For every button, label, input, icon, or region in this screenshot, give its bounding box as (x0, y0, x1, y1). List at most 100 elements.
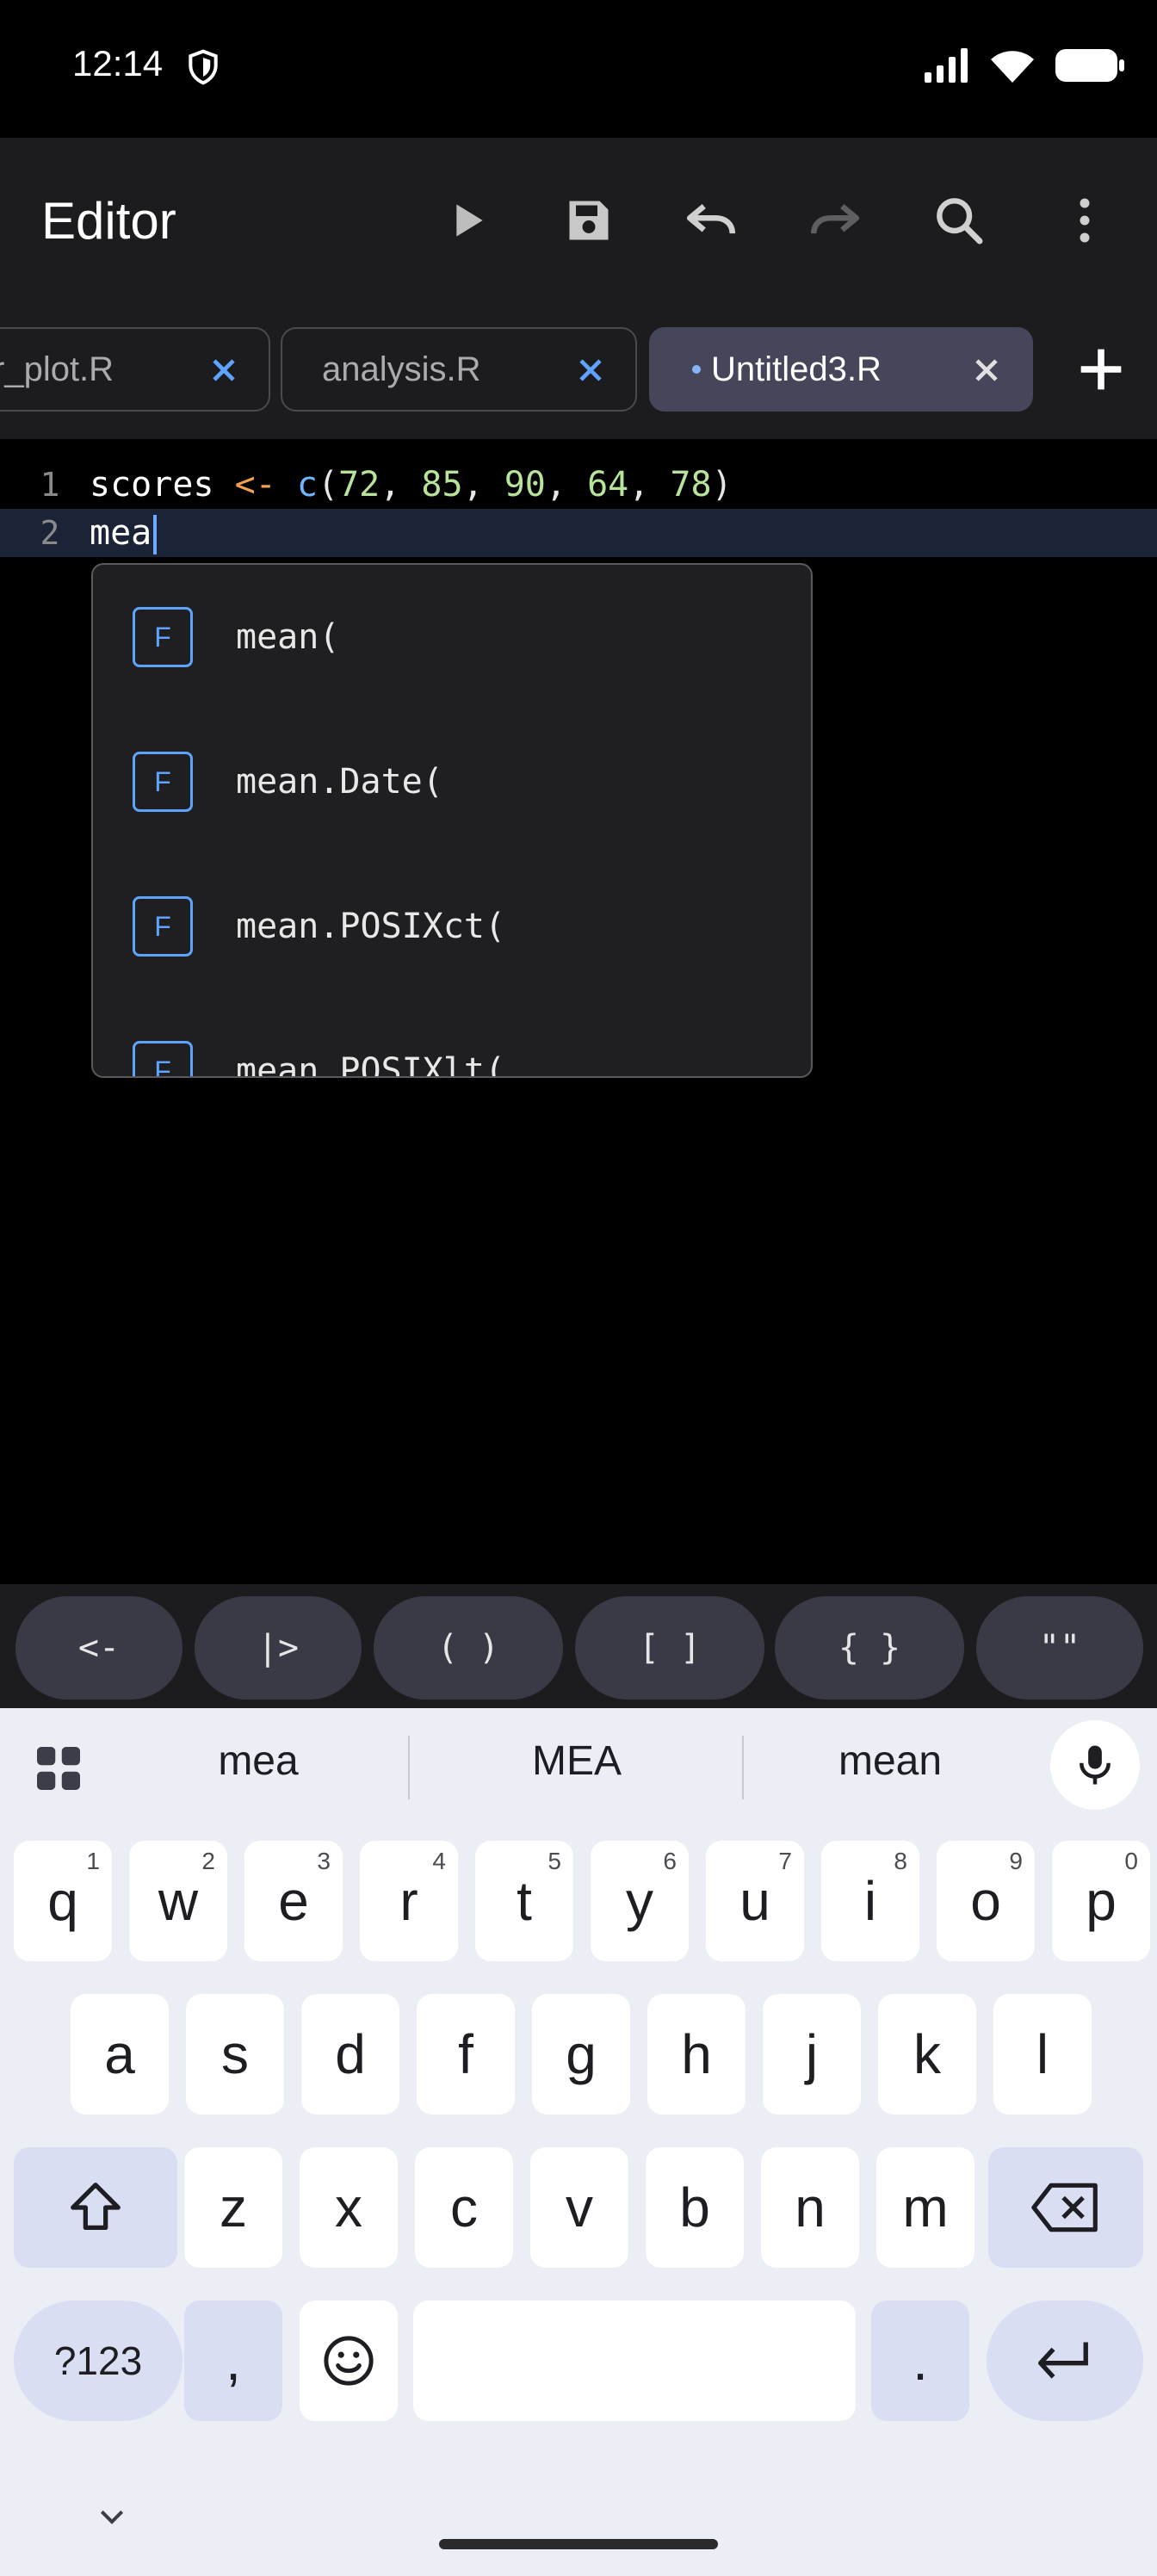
key-y[interactable]: y6 (591, 1841, 689, 1961)
key-g[interactable]: g (532, 1994, 630, 2115)
suggestion-strip: mea MEA mean (0, 1708, 1157, 1825)
key-h[interactable]: h (647, 1994, 746, 2115)
code-token: 64 (587, 465, 629, 505)
tab-file-untitled3[interactable]: Untitled3.R (649, 327, 1033, 412)
autocomplete-label: mean.POSIXlt( (236, 1051, 506, 1078)
code-token: , (462, 465, 504, 505)
key-n[interactable]: n (761, 2147, 859, 2268)
close-icon[interactable] (572, 351, 609, 389)
key-u[interactable]: u7 (706, 1841, 804, 1961)
key-label: h (681, 2023, 712, 2085)
chevron-down-icon[interactable] (95, 2500, 129, 2535)
key-label: w (158, 1870, 199, 1932)
key-b[interactable]: b (646, 2147, 744, 2268)
run-button[interactable] (429, 183, 504, 258)
emoji-key[interactable] (300, 2300, 398, 2421)
key-l[interactable]: l (993, 1994, 1092, 2115)
shortcut-brackets[interactable]: [ ] (575, 1596, 764, 1700)
code-token: ) (711, 465, 733, 505)
shortcut-braces[interactable]: { } (775, 1596, 964, 1700)
code-token: 85 (421, 465, 463, 505)
line-number: 2 (40, 514, 60, 552)
key-i[interactable]: i8 (821, 1841, 919, 1961)
suggestion-3[interactable]: mean (761, 1737, 1019, 1785)
undo-button[interactable] (673, 183, 749, 258)
tab-file-plot[interactable]: r_plot.R (0, 327, 270, 412)
code-token: 72 (338, 465, 381, 505)
close-icon[interactable] (205, 351, 243, 389)
key-hint: 4 (432, 1848, 446, 1874)
autocomplete-item[interactable]: F mean( (93, 565, 811, 709)
key-hint: 0 (1124, 1848, 1138, 1874)
period-key[interactable]: . (871, 2300, 969, 2421)
key-x[interactable]: x (300, 2147, 398, 2268)
key-w[interactable]: w2 (129, 1841, 227, 1961)
key-label: j (805, 2023, 819, 2085)
key-t[interactable]: t5 (475, 1841, 573, 1961)
home-indicator[interactable] (439, 2539, 718, 2549)
enter-key[interactable] (987, 2300, 1143, 2421)
suggestion-1[interactable]: mea (129, 1737, 387, 1785)
key-e[interactable]: e3 (244, 1841, 343, 1961)
key-label: i (863, 1870, 877, 1932)
shortcut-assign[interactable]: <- (15, 1596, 183, 1700)
key-p[interactable]: p0 (1052, 1841, 1150, 1961)
shortcut-quotes[interactable]: "" (976, 1596, 1143, 1700)
key-label: f (458, 2023, 473, 2085)
comma-key[interactable]: , (184, 2300, 282, 2421)
space-key[interactable] (413, 2300, 856, 2421)
more-options-button[interactable] (1047, 183, 1123, 258)
save-button[interactable] (551, 183, 627, 258)
autocomplete-item[interactable]: F mean.POSIXct( (93, 854, 811, 999)
key-d[interactable]: d (301, 1994, 399, 2115)
key-q[interactable]: q1 (14, 1841, 112, 1961)
undo-icon (686, 203, 736, 234)
key-c[interactable]: c (415, 2147, 513, 2268)
tab-file-analysis[interactable]: analysis.R (281, 327, 637, 412)
add-tab-icon[interactable] (1071, 339, 1131, 399)
symbols-key[interactable]: ?123 (14, 2300, 183, 2421)
more-vert-icon (1080, 198, 1090, 243)
shortcut-parens[interactable]: ( ) (374, 1596, 563, 1700)
suggestion-divider (742, 1736, 744, 1799)
emoji-icon (324, 2336, 374, 2386)
code-token: scores (90, 465, 235, 505)
key-m[interactable]: m (876, 2147, 974, 2268)
key-z[interactable]: z (184, 2147, 282, 2268)
line-number: 1 (40, 466, 60, 504)
key-a[interactable]: a (71, 1994, 169, 2115)
text-caret (153, 515, 158, 554)
key-label: a (104, 2023, 135, 2085)
autocomplete-item[interactable]: F mean.Date( (93, 709, 811, 854)
voice-input-button[interactable] (1050, 1720, 1140, 1810)
apps-grid-icon[interactable] (33, 1743, 84, 1794)
search-button[interactable] (921, 183, 997, 258)
key-label: u (739, 1870, 770, 1932)
key-label: x (335, 2177, 362, 2239)
shortcut-pipe[interactable]: |> (195, 1596, 362, 1700)
key-label: e (278, 1870, 309, 1932)
key-k[interactable]: k (878, 1994, 976, 2115)
key-label: z (220, 2177, 247, 2239)
redo-button[interactable] (797, 183, 873, 258)
app-bar: Editor (0, 138, 1157, 301)
code-token: <- (234, 465, 276, 505)
suggestion-2[interactable]: MEA (448, 1737, 706, 1785)
close-icon[interactable] (968, 351, 1005, 389)
key-label: n (795, 2177, 826, 2239)
key-label: q (47, 1870, 78, 1932)
key-hint: 7 (778, 1848, 792, 1874)
key-f[interactable]: f (417, 1994, 515, 2115)
key-s[interactable]: s (186, 1994, 284, 2115)
shift-key[interactable] (14, 2147, 177, 2268)
function-icon: F (133, 752, 193, 812)
code-token: , (380, 465, 422, 505)
key-r[interactable]: r4 (360, 1841, 458, 1961)
key-v[interactable]: v (530, 2147, 628, 2268)
autocomplete-item[interactable]: F mean.POSIXlt( (93, 999, 811, 1078)
shield-icon (189, 49, 218, 85)
key-hint: 9 (1009, 1848, 1023, 1874)
key-o[interactable]: o9 (937, 1841, 1035, 1961)
key-j[interactable]: j (763, 1994, 861, 2115)
backspace-key[interactable] (988, 2147, 1143, 2268)
